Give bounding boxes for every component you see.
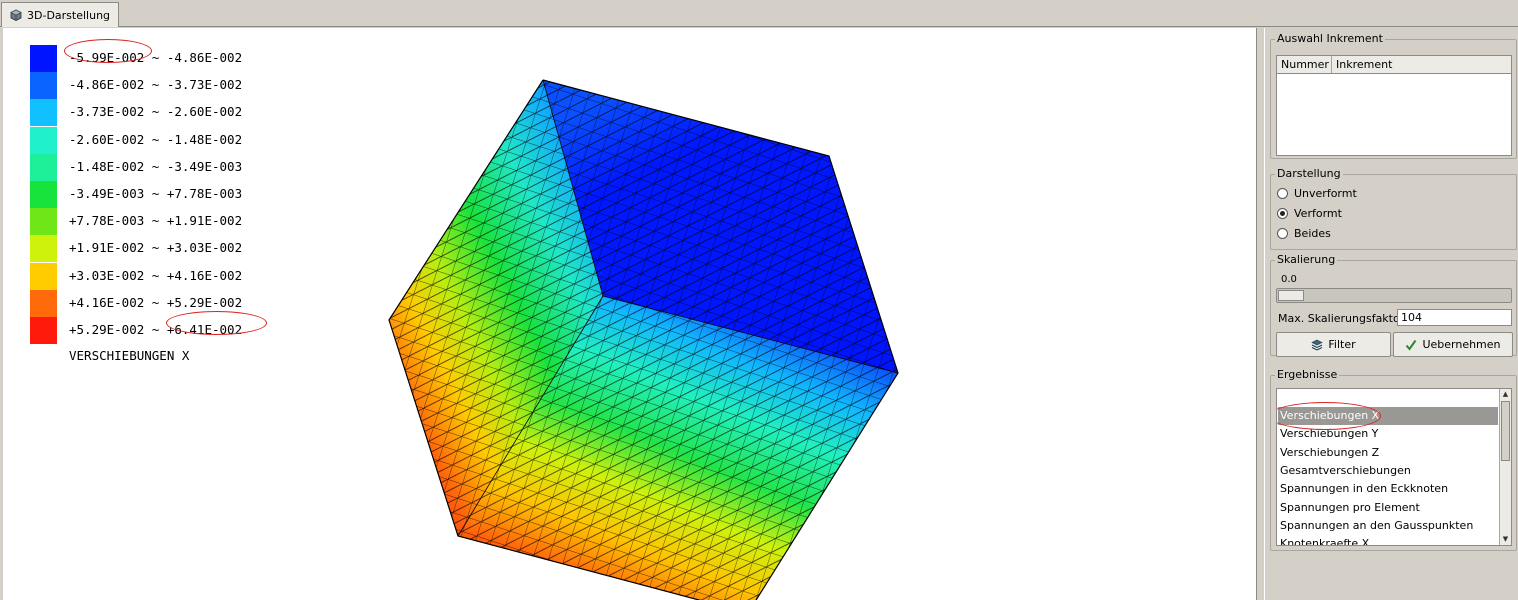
legend-row: -2.60E-002 ~ -1.48E-002 bbox=[30, 126, 290, 154]
legend-range: +1.91E-002 ~ +3.03E-002 bbox=[69, 240, 243, 256]
apply-button-label: Uebernehmen bbox=[1422, 338, 1501, 351]
tab-label: 3D-Darstellung bbox=[27, 8, 111, 22]
results-list-item[interactable]: Spannungen in den Eckknoten bbox=[1280, 480, 1448, 498]
legend-row: -1.48E-002 ~ -3.49E-003 bbox=[30, 153, 290, 181]
legend-swatch bbox=[30, 208, 57, 236]
display-group: Darstellung Unverformt Verformt Beides bbox=[1270, 167, 1517, 250]
tab-bar: 3D-Darstellung bbox=[0, 0, 1518, 27]
cube-icon bbox=[10, 9, 22, 21]
scroll-up-icon[interactable]: ▲ bbox=[1501, 390, 1510, 399]
legend-swatch bbox=[30, 99, 57, 127]
legend-swatch bbox=[30, 153, 57, 181]
legend-range: +7.78E-003 ~ +1.91E-002 bbox=[69, 213, 243, 229]
radio-beides[interactable]: Beides bbox=[1277, 227, 1331, 240]
column-header-inkrement[interactable]: Inkrement bbox=[1332, 56, 1511, 73]
scale-factor-label: Max. Skalierungsfaktor bbox=[1278, 312, 1405, 325]
scale-slider-handle[interactable] bbox=[1278, 290, 1304, 301]
legend-range: -2.60E-002 ~ -1.48E-002 bbox=[69, 131, 243, 147]
results-list[interactable]: Verschiebungen X Verschiebungen Y Verschie… bbox=[1276, 388, 1512, 546]
radio-indicator[interactable] bbox=[1277, 188, 1288, 199]
legend-row: +3.03E-002 ~ +4.16E-002 bbox=[30, 262, 290, 290]
scaling-group-title: Skalierung bbox=[1275, 253, 1338, 266]
fe-mesh-cube[interactable] bbox=[383, 48, 903, 600]
legend-swatch bbox=[30, 72, 57, 100]
layers-icon bbox=[1311, 339, 1324, 351]
legend-swatch bbox=[30, 45, 57, 72]
legend-row: -4.86E-002 ~ -3.73E-002 bbox=[30, 72, 290, 100]
results-scrollbar[interactable]: ▲ ▼ bbox=[1499, 389, 1511, 545]
scale-slider[interactable] bbox=[1276, 288, 1512, 303]
results-group: Ergebnisse Verschiebungen X Verschiebunge… bbox=[1270, 368, 1517, 551]
results-list-item[interactable]: Spannungen an den Gausspunkten bbox=[1280, 517, 1473, 535]
results-list-item[interactable]: Knotenkraefte X bbox=[1280, 535, 1369, 545]
legend-swatch bbox=[30, 126, 57, 154]
scrollbar-thumb[interactable] bbox=[1501, 401, 1510, 461]
legend-row: -3.73E-002 ~ -2.60E-002 bbox=[30, 99, 290, 127]
legend-row: +7.78E-003 ~ +1.91E-002 bbox=[30, 208, 290, 236]
checkmark-icon bbox=[1406, 339, 1417, 351]
filter-button-label: Filter bbox=[1328, 338, 1356, 351]
legend-range: -3.49E-003 ~ +7.78E-003 bbox=[69, 186, 243, 201]
radio-indicator[interactable] bbox=[1277, 208, 1288, 219]
filter-button[interactable]: Filter bbox=[1276, 332, 1391, 357]
radio-label: Unverformt bbox=[1294, 187, 1357, 200]
radio-verformt[interactable]: Verformt bbox=[1277, 207, 1342, 220]
scale-slider-value: 0.0 bbox=[1281, 274, 1297, 285]
scaling-group: Skalierung 0.0 Max. Skalierungsfaktor Fi… bbox=[1270, 253, 1517, 357]
legend-swatch bbox=[30, 181, 57, 208]
column-header-nummer[interactable]: Nummer bbox=[1277, 56, 1332, 73]
tab-3d-darstellung[interactable]: 3D-Darstellung bbox=[1, 2, 119, 27]
highlight-oval bbox=[64, 39, 152, 63]
radio-label: Beides bbox=[1294, 227, 1331, 240]
increment-table-header: Nummer Inkrement bbox=[1277, 56, 1511, 74]
legend-title: VERSCHIEBUNGEN X bbox=[69, 348, 190, 363]
legend-swatch bbox=[30, 262, 57, 290]
legend-range: -1.48E-002 ~ -3.49E-003 bbox=[69, 158, 243, 174]
scale-factor-input[interactable] bbox=[1397, 309, 1512, 326]
legend-range: -4.86E-002 ~ -3.73E-002 bbox=[69, 77, 243, 93]
side-panel: Auswahl Inkrement Nummer Inkrement Darst… bbox=[1264, 28, 1518, 600]
legend-row: +1.91E-002 ~ +3.03E-002 bbox=[30, 235, 290, 263]
legend-swatch bbox=[30, 235, 57, 263]
legend-range: +3.03E-002 ~ +4.16E-002 bbox=[69, 267, 243, 283]
legend-swatch bbox=[30, 289, 57, 317]
apply-button[interactable]: Uebernehmen bbox=[1393, 332, 1513, 357]
highlight-oval bbox=[166, 311, 267, 335]
scroll-down-icon[interactable]: ▼ bbox=[1501, 535, 1510, 544]
radio-unverformt[interactable]: Unverformt bbox=[1277, 187, 1357, 200]
results-list-item[interactable]: Gesamtverschiebungen bbox=[1280, 462, 1411, 480]
legend-row: +4.16E-002 ~ +5.29E-002 bbox=[30, 289, 290, 317]
results-list-item[interactable]: Verschiebungen Z bbox=[1280, 444, 1379, 462]
results-list-item[interactable]: Spannungen pro Element bbox=[1280, 499, 1420, 517]
radio-label: Verformt bbox=[1294, 207, 1342, 220]
increment-group-title: Auswahl Inkrement bbox=[1275, 32, 1385, 45]
3d-viewport[interactable]: -5.99E-002 ~ -4.86E-002 -4.86E-002 ~ -3.7… bbox=[3, 28, 1257, 600]
legend-row: -3.49E-003 ~ +7.78E-003 bbox=[30, 181, 290, 208]
legend-swatch bbox=[30, 317, 57, 344]
results-group-title: Ergebnisse bbox=[1275, 368, 1340, 381]
legend-range: -3.73E-002 ~ -2.60E-002 bbox=[69, 104, 243, 120]
display-group-title: Darstellung bbox=[1275, 167, 1343, 180]
increment-table[interactable]: Nummer Inkrement bbox=[1276, 55, 1512, 156]
radio-indicator[interactable] bbox=[1277, 228, 1288, 239]
increment-group: Auswahl Inkrement Nummer Inkrement bbox=[1270, 32, 1517, 159]
legend-range: +4.16E-002 ~ +5.29E-002 bbox=[69, 294, 243, 310]
